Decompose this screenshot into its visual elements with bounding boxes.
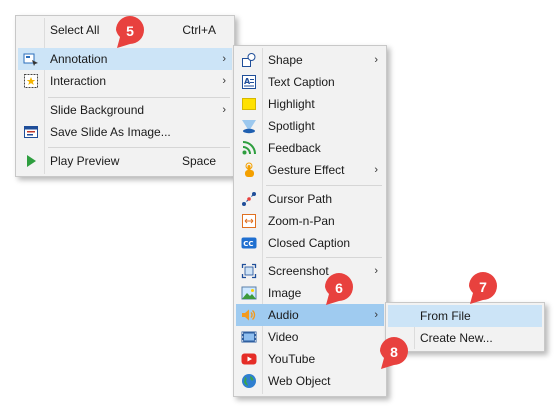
menu-item-screenshot[interactable]: Screenshot › <box>236 260 384 282</box>
callout-number: 8 <box>390 344 398 360</box>
menu-item-image[interactable]: Image <box>236 282 384 304</box>
step-callout-5: 5 <box>113 15 147 49</box>
menu-item-label: From File <box>420 309 471 323</box>
menu-item-label: Screenshot <box>268 264 329 278</box>
audio-speaker-icon <box>241 307 257 323</box>
menu-item-spotlight[interactable]: Spotlight <box>236 115 384 137</box>
menu-item-gesture-effect[interactable]: Gesture Effect › <box>236 159 384 181</box>
interaction-icon <box>23 73 39 89</box>
menu-item-label: Zoom-n-Pan <box>268 214 335 228</box>
menu-item-label: Shape <box>268 53 303 67</box>
closed-caption-icon: CC <box>241 235 257 251</box>
submenu-arrow-icon: › <box>222 53 226 65</box>
svg-text:CC: CC <box>243 240 253 248</box>
menu-item-label: Interaction <box>50 74 107 88</box>
submenu-arrow-icon: › <box>222 104 226 116</box>
screenshot-icon <box>241 263 257 279</box>
menu-item-cursor-path[interactable]: Cursor Path <box>236 188 384 210</box>
menu-separator <box>48 97 230 98</box>
menu-item-video[interactable]: Video <box>236 326 384 348</box>
menu-item-zoom-n-pan[interactable]: Zoom-n-Pan <box>236 210 384 232</box>
youtube-icon <box>241 351 257 367</box>
submenu-arrow-icon: › <box>374 309 378 321</box>
step-callout-6: 6 <box>322 272 356 306</box>
shortcut-label: Ctrl+A <box>182 23 216 37</box>
shape-icon <box>241 52 257 68</box>
callout-number: 7 <box>479 279 487 295</box>
highlight-icon <box>241 96 257 112</box>
menu-item-label: Play Preview <box>50 154 120 168</box>
text-caption-icon: A <box>241 74 257 90</box>
menu-item-label: Video <box>268 330 299 344</box>
menu-item-closed-caption[interactable]: CC Closed Caption <box>236 232 384 254</box>
annotation-icon <box>23 51 39 67</box>
menu-item-label: Create New... <box>420 331 493 345</box>
image-icon <box>241 285 257 301</box>
play-icon <box>23 153 39 169</box>
callout-number: 6 <box>335 280 343 296</box>
menu-item-label: Cursor Path <box>268 192 333 206</box>
submenu-arrow-icon: › <box>222 75 226 87</box>
menu-item-label: Image <box>268 286 302 300</box>
menu-item-text-caption[interactable]: A Text Caption <box>236 71 384 93</box>
menu-item-web-object[interactable]: Web Object <box>236 370 384 392</box>
step-callout-7: 7 <box>466 271 500 305</box>
menu-item-play-preview[interactable]: Play Preview Space <box>18 150 232 172</box>
menu-item-save-slide-as-image[interactable]: Save Slide As Image... <box>18 121 232 143</box>
menu-item-label: Audio <box>268 308 299 322</box>
menu-item-label: Web Object <box>268 374 331 388</box>
menu-separator <box>266 257 382 258</box>
menu-item-label: Feedback <box>268 141 321 155</box>
menu-item-slide-background[interactable]: Slide Background › <box>18 99 232 121</box>
menu-item-feedback[interactable]: Feedback <box>236 137 384 159</box>
save-slide-image-icon <box>23 124 39 140</box>
callout-number: 5 <box>126 23 134 39</box>
menu-item-annotation[interactable]: Annotation › <box>18 48 232 70</box>
menu-item-youtube[interactable]: YouTube <box>236 348 384 370</box>
menu-item-label: Save Slide As Image... <box>50 125 171 139</box>
feedback-icon <box>241 140 257 156</box>
menu-item-label: YouTube <box>268 352 316 366</box>
submenu-arrow-icon: › <box>374 164 378 176</box>
menu-item-label: Slide Background <box>50 103 145 117</box>
spotlight-icon <box>241 118 257 134</box>
menu-item-create-new[interactable]: Create New... <box>388 327 542 349</box>
menu-item-label: Highlight <box>268 97 315 111</box>
menu-item-label: Spotlight <box>268 119 315 133</box>
menu-item-from-file[interactable]: From File <box>388 305 542 327</box>
step-callout-8: 8 <box>377 336 411 370</box>
menu-item-label: Annotation <box>50 52 108 66</box>
menu-separator <box>266 185 382 186</box>
menu-item-label: Closed Caption <box>268 236 351 250</box>
menu-separator <box>48 147 230 148</box>
menu-item-shape[interactable]: Shape › <box>236 49 384 71</box>
menu-item-audio[interactable]: Audio › <box>236 304 384 326</box>
shortcut-label: Space <box>181 154 216 168</box>
annotation-submenu: Shape › A Text Caption Highlight Spotlig… <box>233 45 387 397</box>
menu-item-label: Text Caption <box>268 75 335 89</box>
menu-item-interaction[interactable]: Interaction › <box>18 70 232 92</box>
menu-item-highlight[interactable]: Highlight <box>236 93 384 115</box>
gesture-hand-icon <box>241 162 257 178</box>
menu-item-label: Select All <box>50 23 100 37</box>
submenu-arrow-icon: › <box>374 54 378 66</box>
menu-item-label: Gesture Effect <box>268 163 345 177</box>
globe-icon <box>241 373 257 389</box>
zoom-n-pan-icon <box>241 213 257 229</box>
cursor-path-icon <box>241 191 257 207</box>
svg-text:A: A <box>244 77 251 86</box>
video-film-icon <box>241 329 257 345</box>
submenu-arrow-icon: › <box>374 265 378 277</box>
